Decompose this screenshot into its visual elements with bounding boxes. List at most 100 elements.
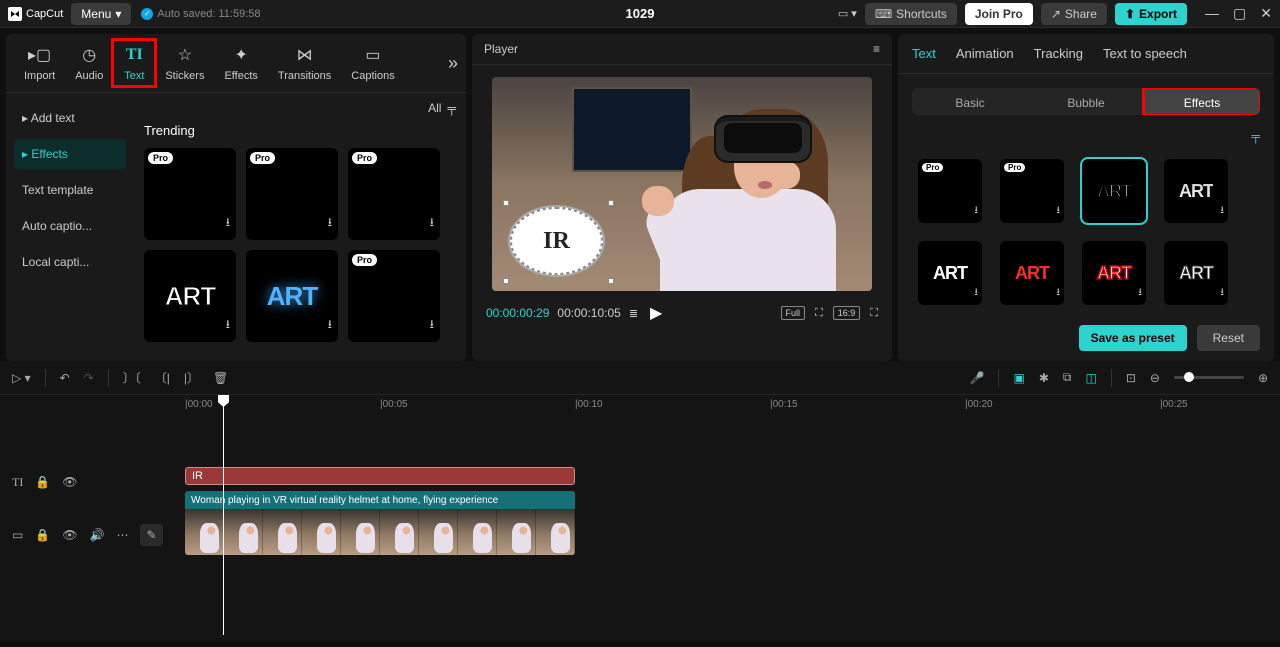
- sidebar-item-effects[interactable]: Effects: [14, 139, 126, 169]
- asset-item[interactable]: ART⭳: [144, 250, 236, 342]
- tab-effects[interactable]: ✦Effects: [214, 40, 267, 86]
- download-icon[interactable]: ⭳: [430, 213, 434, 234]
- undo-icon[interactable]: ↶: [60, 371, 70, 385]
- right-tab-tts[interactable]: Text to speech: [1103, 46, 1187, 61]
- asset-item[interactable]: Pro⭳: [348, 148, 440, 240]
- tab-captions[interactable]: ▭Captions: [341, 40, 404, 86]
- right-tab-tracking[interactable]: Tracking: [1034, 46, 1083, 61]
- download-icon[interactable]: ⭳: [1057, 285, 1061, 302]
- preview-icon[interactable]: ◫: [1085, 371, 1096, 385]
- snap-icon[interactable]: ✱: [1039, 371, 1049, 385]
- asset-item[interactable]: Pro⭳: [246, 148, 338, 240]
- effect-item[interactable]: ART⭳: [1164, 241, 1228, 305]
- video-preview[interactable]: IR: [492, 77, 872, 291]
- zoom-in-icon[interactable]: ⊕: [1258, 371, 1268, 385]
- zoom-out-icon[interactable]: ⊖: [1150, 371, 1160, 385]
- asset-item[interactable]: Pro ⭳: [144, 148, 236, 240]
- download-icon[interactable]: ⭳: [975, 203, 979, 220]
- mute-icon[interactable]: 🔊: [90, 528, 105, 542]
- subtab-effects[interactable]: Effects: [1144, 88, 1260, 115]
- trim-left-icon[interactable]: 〔|: [155, 369, 170, 386]
- play-button[interactable]: ▶: [650, 303, 662, 323]
- ratio-button[interactable]: 16:9: [833, 306, 861, 320]
- effect-item[interactable]: ART⭳: [918, 241, 982, 305]
- download-icon[interactable]: ⭳: [226, 315, 230, 336]
- reset-button[interactable]: Reset: [1197, 325, 1260, 351]
- fullscreen-icon[interactable]: ⛶: [870, 307, 878, 320]
- sidebar-item-auto-captions[interactable]: Auto captio...: [14, 211, 126, 241]
- shortcuts-button[interactable]: ⌨ Shortcuts: [865, 3, 957, 25]
- download-icon[interactable]: ⭳: [1221, 285, 1225, 302]
- download-icon[interactable]: ⭳: [430, 315, 434, 336]
- effect-item[interactable]: ART ⭳: [1164, 159, 1228, 223]
- filter-all[interactable]: All: [428, 101, 441, 115]
- effect-item[interactable]: ART⭳: [1000, 241, 1064, 305]
- tab-text[interactable]: TIText: [113, 40, 155, 86]
- filter-icon[interactable]: ╤: [447, 101, 456, 115]
- pro-badge: Pro: [148, 152, 173, 164]
- subtab-bubble[interactable]: Bubble: [1028, 88, 1144, 115]
- subtab-basic[interactable]: Basic: [912, 88, 1028, 115]
- lock-icon[interactable]: 🔒: [35, 528, 50, 542]
- more-icon[interactable]: ⋯: [116, 528, 128, 542]
- effect-item[interactable]: Pro ⭳: [1000, 159, 1064, 223]
- download-icon[interactable]: ⭳: [226, 213, 230, 234]
- export-button[interactable]: ⬆ Export: [1115, 3, 1187, 25]
- download-icon[interactable]: ⭳: [975, 285, 979, 302]
- tab-audio[interactable]: ◷Audio: [65, 40, 113, 86]
- fit-icon[interactable]: ⊡: [1126, 371, 1136, 385]
- link-icon[interactable]: ⧉: [1063, 370, 1072, 385]
- trim-right-icon[interactable]: |〕: [184, 369, 199, 386]
- tab-import[interactable]: ▸▢Import: [14, 40, 65, 86]
- download-icon[interactable]: ⭳: [1057, 203, 1061, 220]
- list-icon[interactable]: ≣: [629, 307, 638, 320]
- visibility-icon[interactable]: 👁: [62, 475, 77, 489]
- text-clip[interactable]: IR: [185, 467, 575, 485]
- selection-tool-icon[interactable]: ▷ ▾: [12, 371, 31, 385]
- share-button[interactable]: ↗ Share: [1041, 3, 1107, 25]
- crop-icon[interactable]: ⛶: [815, 307, 823, 320]
- sidebar-item-local-captions[interactable]: Local capti...: [14, 247, 126, 277]
- right-tab-animation[interactable]: Animation: [956, 46, 1014, 61]
- right-tab-text[interactable]: Text: [912, 46, 936, 61]
- ruler-mark: |00:25: [1160, 399, 1188, 410]
- visibility-icon[interactable]: 👁: [62, 528, 77, 542]
- tab-stickers[interactable]: ☆Stickers: [155, 40, 214, 86]
- timeline-ruler[interactable]: |00:00 |00:05 |00:10 |00:15 |00:20 |00:2…: [140, 395, 1280, 419]
- close-icon[interactable]: ✕: [1260, 5, 1272, 22]
- lock-icon[interactable]: 🔒: [35, 475, 50, 489]
- sort-icon[interactable]: ╤: [1251, 129, 1260, 143]
- pro-badge: Pro: [1004, 163, 1025, 172]
- asset-item[interactable]: ART⭳: [246, 250, 338, 342]
- effect-item[interactable]: Pro⭳: [918, 159, 982, 223]
- download-icon[interactable]: ⭳: [1221, 203, 1225, 220]
- sidebar-item-text-template[interactable]: Text template: [14, 175, 126, 205]
- download-icon[interactable]: ⭳: [1139, 285, 1143, 302]
- minimize-icon[interactable]: —: [1205, 5, 1219, 22]
- playhead[interactable]: [223, 395, 224, 635]
- download-icon[interactable]: ⭳: [328, 213, 332, 234]
- download-icon[interactable]: ⭳: [328, 315, 332, 336]
- save-preset-button[interactable]: Save as preset: [1079, 325, 1187, 351]
- text-bubble-overlay[interactable]: IR: [506, 203, 611, 281]
- video-clip[interactable]: Woman playing in VR virtual reality helm…: [185, 491, 575, 555]
- menu-button[interactable]: Menu▾: [71, 3, 131, 25]
- player-menu-icon[interactable]: ≡: [873, 42, 880, 56]
- mic-icon[interactable]: 🎤: [970, 371, 985, 385]
- asset-item[interactable]: Pro⭳: [348, 250, 440, 342]
- effect-item[interactable]: ART⭳: [1082, 241, 1146, 305]
- zoom-slider[interactable]: [1174, 376, 1244, 379]
- magnet-icon[interactable]: ▣: [1013, 371, 1024, 385]
- tabs-more-icon[interactable]: »: [448, 53, 458, 74]
- aspect-icon[interactable]: ▭ ▾: [838, 7, 857, 20]
- redo-icon[interactable]: ↷: [84, 371, 94, 385]
- delete-icon[interactable]: 🗑: [213, 371, 228, 385]
- sidebar-item-add-text[interactable]: Add text: [14, 103, 126, 133]
- effect-item[interactable]: ART: [1082, 159, 1146, 223]
- effect-preview: ART: [1179, 181, 1213, 202]
- split-icon[interactable]: 〕〔: [123, 369, 141, 386]
- join-pro-button[interactable]: Join Pro: [965, 3, 1033, 25]
- tab-transitions[interactable]: ⋈Transitions: [268, 40, 341, 86]
- full-button[interactable]: Full: [781, 306, 806, 320]
- maximize-icon[interactable]: ▢: [1233, 5, 1246, 22]
